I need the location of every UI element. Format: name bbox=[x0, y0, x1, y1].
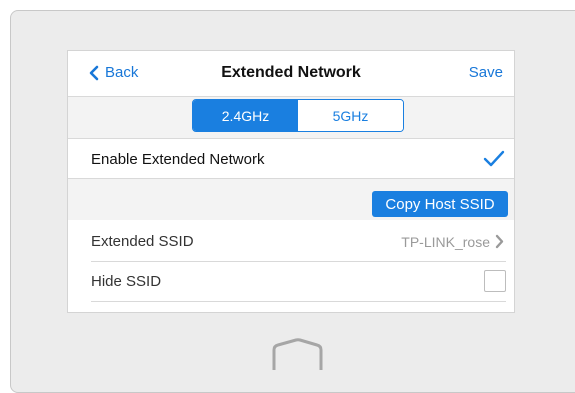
band-segmented-control: 2.4GHz 5GHz bbox=[192, 99, 404, 132]
copy-host-ssid-row: Copy Host SSID bbox=[68, 179, 514, 221]
extended-ssid-label: Extended SSID bbox=[91, 233, 194, 250]
screen: Back Extended Network Save 2.4GHz 5GHz E… bbox=[67, 50, 515, 313]
enable-extended-network-label: Enable Extended Network bbox=[91, 151, 265, 168]
copy-host-ssid-button[interactable]: Copy Host SSID bbox=[372, 191, 508, 217]
tab-2-4ghz[interactable]: 2.4GHz bbox=[193, 100, 298, 131]
hide-ssid-label: Hide SSID bbox=[91, 273, 162, 290]
back-button[interactable]: Back bbox=[88, 64, 138, 81]
settings-list: Extended SSID TP-LINK_rose Hide SSID bbox=[68, 220, 514, 312]
chevron-right-icon bbox=[495, 234, 504, 249]
extended-ssid-row[interactable]: Extended SSID TP-LINK_rose bbox=[91, 222, 506, 262]
hide-ssid-checkbox[interactable] bbox=[484, 270, 506, 292]
tab-5ghz[interactable]: 5GHz bbox=[298, 100, 403, 131]
chevron-left-icon bbox=[89, 65, 99, 80]
hide-ssid-row: Hide SSID bbox=[91, 262, 506, 302]
back-label: Back bbox=[105, 64, 139, 81]
nav-bar: Back Extended Network Save bbox=[68, 51, 514, 97]
band-selector-row: 2.4GHz 5GHz bbox=[68, 97, 514, 139]
home-icon[interactable] bbox=[270, 338, 325, 372]
extended-ssid-value: TP-LINK_rose bbox=[401, 234, 490, 250]
enable-extended-network-row[interactable]: Enable Extended Network bbox=[68, 139, 514, 179]
checkmark-icon[interactable] bbox=[483, 149, 505, 169]
save-button[interactable]: Save bbox=[469, 64, 503, 81]
